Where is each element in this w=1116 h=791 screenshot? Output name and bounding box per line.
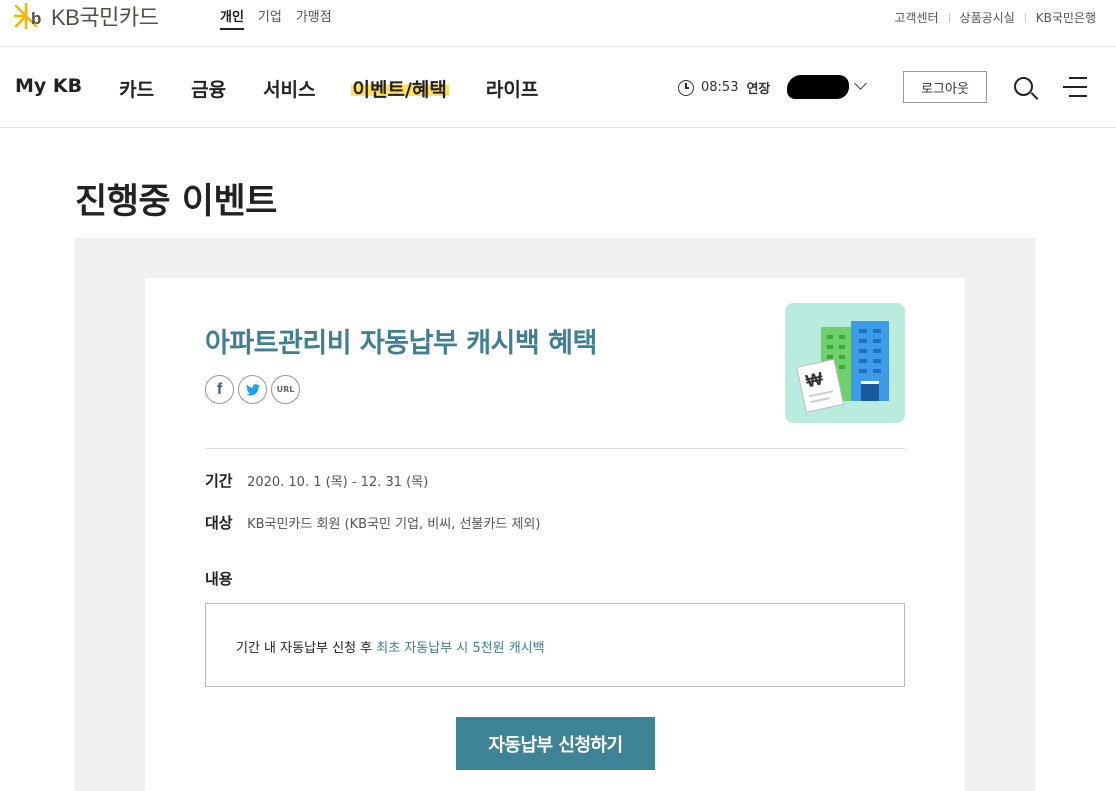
target-value: KB국민카드 회원 (KB국민 기업, 비씨, 선불카드 제외) (247, 517, 541, 532)
apply-autopay-button[interactable]: 자동납부 신청하기 (456, 717, 655, 770)
session-time: 08:53 (701, 80, 739, 95)
event-title: 아파트관리비 자동납부 캐시백 혜택 (205, 328, 597, 359)
event-detail-card: 아파트관리비 자동납부 캐시백 혜택 f URL ₩ 기간 2020. 10. … (145, 278, 965, 791)
target-label: 대상 (205, 514, 233, 532)
section-divider (205, 448, 905, 449)
segment-personal[interactable]: 개인 (220, 6, 244, 30)
search-icon[interactable] (1012, 75, 1040, 103)
logout-button[interactable]: 로그아웃 (903, 71, 987, 103)
period-value: 2020. 10. 1 (목) - 12. 31 (목) (247, 475, 429, 490)
apartment-building-illustration: ₩ (785, 303, 905, 423)
utility-links: 고객센터 상품공시실 KB국민은행 (894, 9, 1096, 26)
session-timer: 08:53 연장 (678, 78, 770, 97)
user-name-redacted[interactable] (787, 75, 849, 99)
logo-text: KB국민카드 (51, 5, 159, 30)
event-detail-background: 아파트관리비 자동납부 캐시백 혜택 f URL ₩ 기간 2020. 10. … (75, 238, 1035, 791)
segment-business[interactable]: 기업 (258, 6, 282, 30)
divider (948, 12, 950, 23)
kb-bank-link[interactable]: KB국민은행 (1036, 9, 1096, 26)
session-extend-button[interactable]: 연장 (746, 78, 770, 97)
event-target: 대상 KB국민카드 회원 (KB국민 기업, 비씨, 선불카드 제외) (205, 512, 540, 533)
customer-segment-tabs: 개인 기업 가맹점 (220, 6, 332, 30)
clock-icon (678, 79, 694, 96)
content-label: 내용 (205, 570, 233, 588)
menu-finance[interactable]: 금융 (191, 75, 226, 102)
chevron-down-icon[interactable] (854, 77, 867, 90)
kb-kookmin-card-logo[interactable]: b KB국민카드 (13, 2, 159, 30)
main-menu: My KB 카드 금융 서비스 이벤트/혜택 라이프 (15, 75, 575, 102)
menu-my-kb[interactable]: My KB (15, 75, 82, 102)
svg-text:b: b (31, 9, 41, 28)
facebook-share-icon[interactable]: f (205, 375, 234, 404)
menu-hamburger-icon[interactable] (1063, 77, 1087, 99)
menu-card[interactable]: 카드 (119, 75, 154, 102)
event-content-box: 기간 내 자동납부 신청 후 최초 자동납부 시 5천원 캐시백 (205, 603, 905, 687)
menu-events-benefits[interactable]: 이벤트/혜택 (350, 75, 449, 102)
period-label: 기간 (205, 472, 233, 490)
top-utility-bar: b KB국민카드 개인 기업 가맹점 고객센터 상품공시실 KB국민은행 (0, 0, 1116, 47)
content-prefix: 기간 내 자동납부 신청 후 (236, 641, 377, 656)
event-period: 기간 2020. 10. 1 (목) - 12. 31 (목) (205, 470, 428, 491)
url-copy-icon[interactable]: URL (271, 375, 300, 404)
kb-star-icon: b (13, 2, 48, 30)
twitter-share-icon[interactable] (238, 375, 267, 404)
menu-life[interactable]: 라이프 (486, 75, 538, 102)
menu-service[interactable]: 서비스 (263, 75, 315, 102)
share-buttons: f URL (205, 375, 300, 404)
customer-center-link[interactable]: 고객센터 (894, 9, 938, 26)
segment-merchant[interactable]: 가맹점 (296, 6, 332, 30)
divider (1024, 12, 1026, 23)
product-disclosure-link[interactable]: 상품공시실 (960, 9, 1015, 26)
content-highlight: 최초 자동납부 시 5천원 캐시백 (376, 641, 545, 656)
main-navigation: My KB 카드 금융 서비스 이벤트/혜택 라이프 08:53 연장 로그아웃 (0, 47, 1116, 128)
page-title: 진행중 이벤트 (75, 182, 277, 222)
event-content-text: 기간 내 자동납부 신청 후 최초 자동납부 시 5천원 캐시백 (236, 637, 545, 656)
